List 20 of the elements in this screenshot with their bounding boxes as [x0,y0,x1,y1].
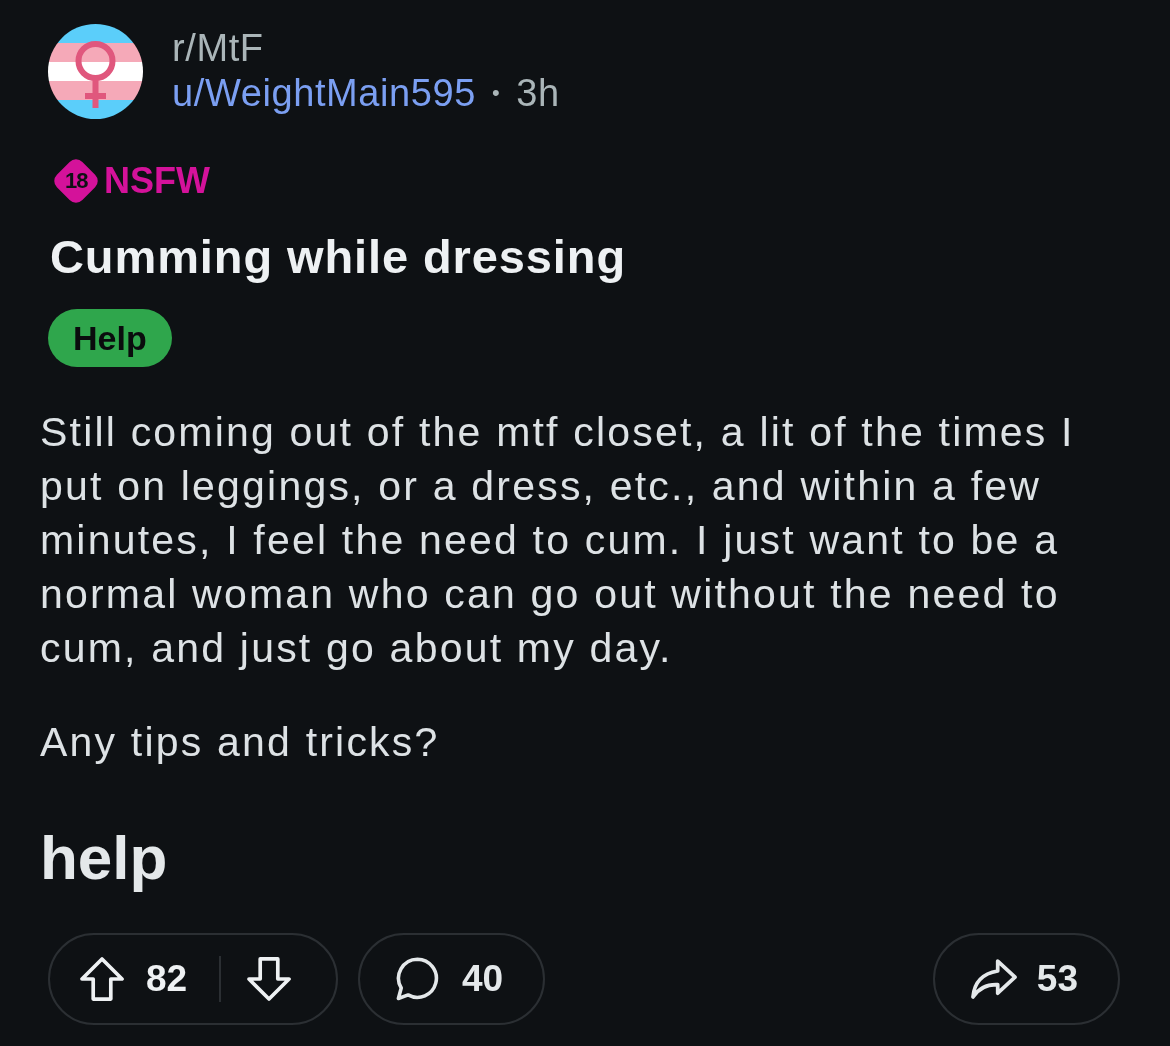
post-paragraph: Any tips and tricks? [40,718,441,767]
author-link[interactable]: u/WeightMain595 [172,70,477,116]
share-button[interactable]: 53 [932,933,1120,1025]
share-icon [970,959,1017,999]
upvote-button[interactable] [80,957,124,1001]
comment-icon [396,957,440,1001]
vote-score: 82 [146,957,188,1002]
post-age: 3h [516,71,560,116]
post-title: Cumming while dressing [50,229,627,285]
downvote-button[interactable] [247,957,292,1001]
post-paragraph: Still coming out of the mtf closet, a lit of the times I put on leggings, or a dress, etc., and within a few minutes, I feel the need to cum. I just want to be a normal woman who can go out without the need to cum, and just go about my day. [40,408,1076,673]
separator-dot: • [492,79,501,107]
community-link[interactable]: r/MtF [172,26,264,70]
community-avatar-icon [48,24,143,119]
post-heading: help [40,823,168,893]
upvote-icon [80,957,124,1001]
downvote-icon [247,957,292,1001]
nsfw-label: NSFW [104,161,210,201]
comments-button[interactable]: 40 [358,933,546,1025]
flair-tag: Help [48,309,172,367]
